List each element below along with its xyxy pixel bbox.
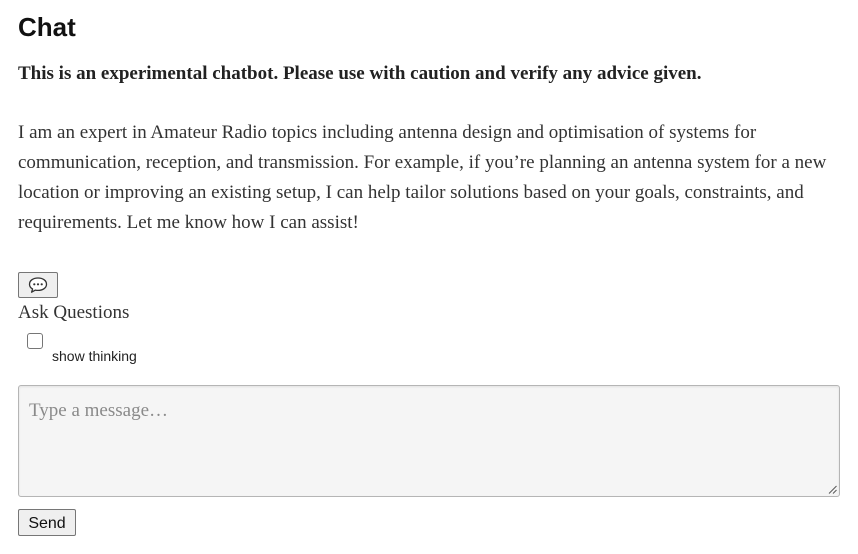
- send-button[interactable]: Send: [18, 509, 76, 536]
- show-thinking-checkbox[interactable]: [27, 333, 43, 349]
- intro-message: I am an expert in Amateur Radio topics i…: [18, 122, 827, 233]
- resize-handle-icon[interactable]: [828, 485, 837, 494]
- ask-questions-label: Ask Questions: [18, 302, 130, 323]
- message-placeholder: Type a message…: [29, 400, 169, 421]
- experimental-warning: This is an experimental chatbot. Please …: [18, 63, 702, 84]
- message-input[interactable]: Type a message…: [18, 385, 840, 497]
- page-title: Chat: [18, 12, 76, 42]
- chat-toggle-button[interactable]: [18, 272, 58, 298]
- show-thinking-label: show thinking: [52, 348, 137, 364]
- speech-bubble-icon: [28, 277, 48, 293]
